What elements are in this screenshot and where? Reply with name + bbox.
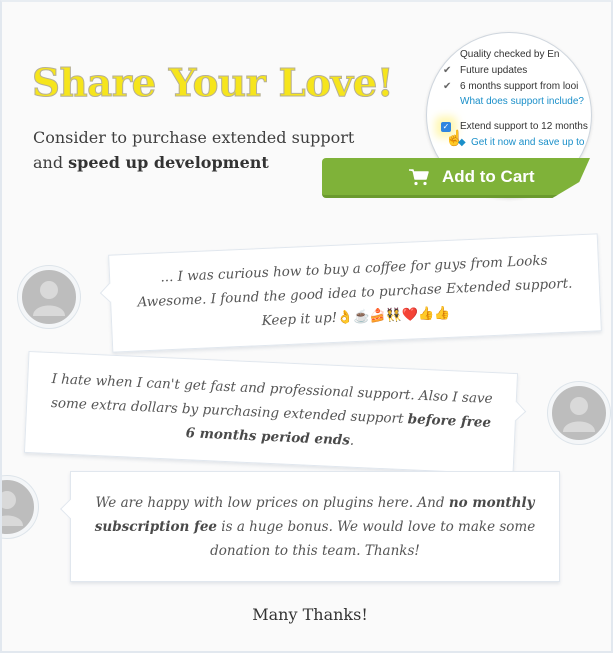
testimonial-card: ... I was curious how to buy a coffee fo…: [99, 233, 602, 353]
support-months-line: 6 months support from looi: [460, 81, 579, 92]
extend-support-label: Extend support to 12 months: [460, 121, 588, 132]
subtitle-line-1: Consider to purchase extended support: [33, 128, 355, 147]
subtitle-line-2: and speed up development: [33, 150, 354, 175]
add-to-cart-label: Add to Cart: [442, 166, 535, 186]
quality-checked-line: Quality checked by En: [460, 49, 560, 60]
thanks-message: Many Thanks!: [252, 605, 368, 624]
check-icon: ✔: [443, 65, 452, 76]
promo-page: Share Your Love! Consider to purchase ex…: [0, 0, 613, 653]
emoji-row: 👌☕🍰👯❤️👍👍: [336, 305, 451, 326]
testimonial-text: ... I was curious how to buy a coffee fo…: [137, 252, 573, 329]
avatar: [548, 382, 610, 444]
cart-icon: [409, 168, 429, 185]
support-include-link[interactable]: What does support include?: [460, 96, 584, 107]
user-icon: [563, 397, 595, 432]
testimonial-text: We are happy with low prices on plugins …: [94, 494, 536, 559]
save-link[interactable]: Get it now and save up to: [471, 137, 584, 148]
check-icon: ✔: [443, 81, 452, 92]
avatar: [18, 266, 80, 328]
testimonial-card: I hate when I can't get fast and profess…: [23, 350, 527, 476]
future-updates-line: Future updates: [460, 65, 528, 76]
testimonial-text: I hate when I can't get fast and profess…: [50, 371, 493, 449]
testimonial-card: We are happy with low prices on plugins …: [60, 471, 560, 582]
subtitle-prefix: and: [33, 153, 69, 172]
headline: Share Your Love!: [31, 60, 394, 106]
user-icon: [33, 281, 65, 316]
subtitle: Consider to purchase extended support an…: [33, 125, 354, 175]
add-to-cart-button[interactable]: Add to Cart: [322, 158, 590, 198]
subtitle-emphasis: speed up development: [68, 153, 269, 172]
tag-icon: ◆: [458, 137, 466, 148]
user-icon: [2, 491, 23, 526]
avatar: [2, 476, 38, 538]
